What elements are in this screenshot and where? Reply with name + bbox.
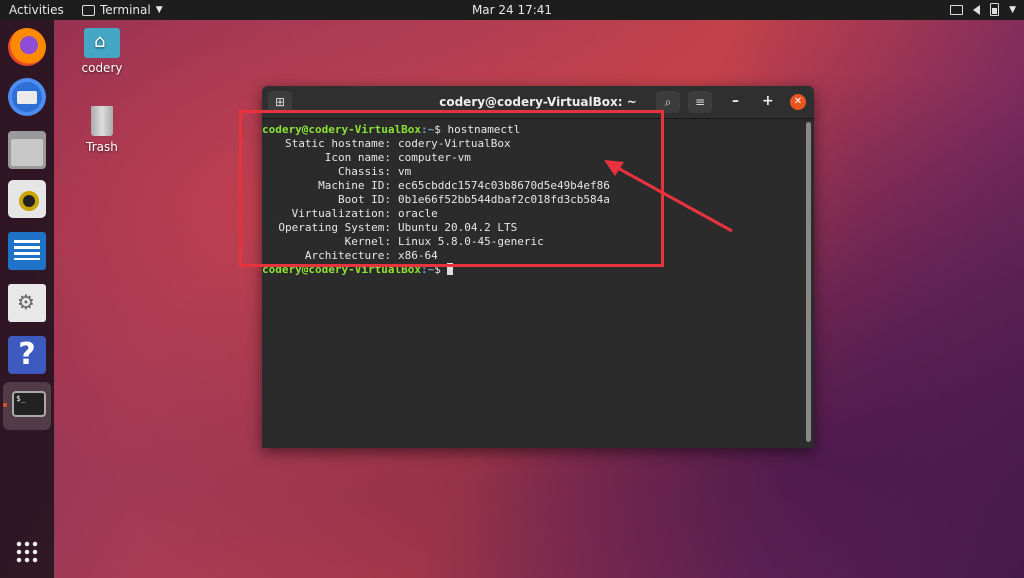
- arrow-shaft: [615, 165, 733, 233]
- annotation-arrow: [604, 160, 733, 233]
- arrow-head: [604, 160, 624, 176]
